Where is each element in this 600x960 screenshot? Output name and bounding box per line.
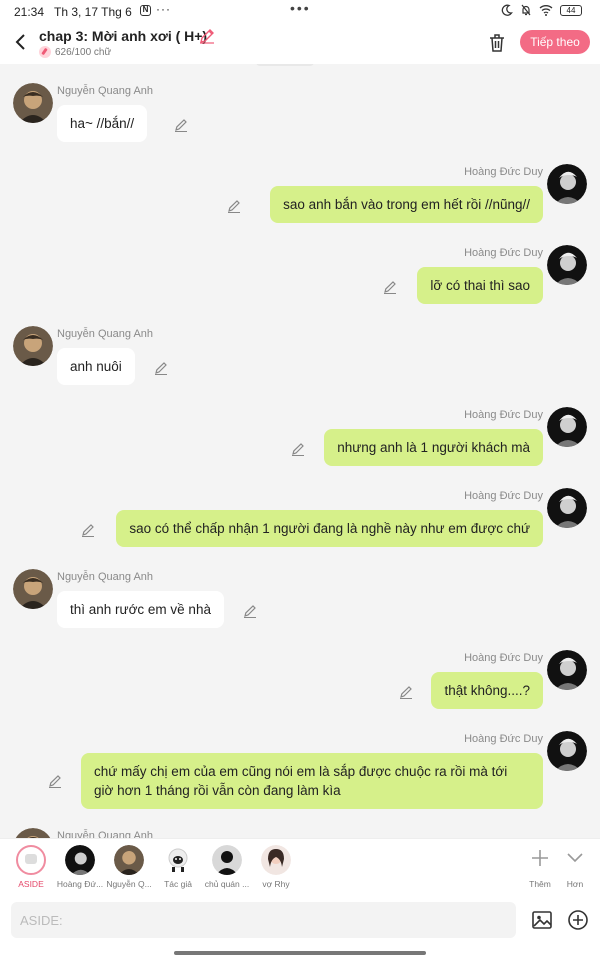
notification-overflow: ··· [156,2,171,16]
character-label: vợ Rhy [262,879,290,889]
character-author[interactable]: Tác giả [154,845,202,889]
message-bubble[interactable]: nhưng anh là 1 người khách mà [324,429,543,466]
edit-title-icon[interactable] [198,27,216,45]
more-label: Hơn [566,879,584,889]
add-character-button[interactable]: Thêm [520,845,560,889]
character-owner[interactable]: chủ quán ... [203,845,251,889]
message-bubble[interactable]: lỡ có thai thì sao [417,267,543,304]
back-arrow-icon[interactable] [12,30,30,54]
edit-message-icon[interactable] [382,279,398,295]
message-row: Hoàng Đức Duy thật không....? [0,650,600,710]
avatar-nguyen-quang-anh[interactable] [13,83,53,123]
avatar-nguyen-quang-anh[interactable] [13,828,53,838]
sender-name: Hoàng Đức Duy [464,409,543,421]
sender-name: Nguyễn Quang Anh [57,571,154,583]
edit-message-icon[interactable] [242,603,258,619]
sender-name: Hoàng Đức Duy [464,247,543,259]
add-circle-icon[interactable] [567,909,589,931]
edit-message-icon[interactable] [226,198,242,214]
home-indicator[interactable] [174,951,426,955]
message-bubble[interactable]: chứ mấy chị em của em cũng nói em là sắp… [81,753,543,809]
edit-message-icon[interactable] [153,360,169,376]
scroll-handle [256,64,314,66]
edit-message-icon[interactable] [290,441,306,457]
message-bubble[interactable]: ha~ //bắn// [57,105,148,142]
avatar-hoang-duc-duy[interactable] [547,164,587,204]
edit-message-icon[interactable] [47,773,63,789]
avatar-hoang-duc-duy [65,845,95,875]
more-button[interactable]: Hơn [555,845,595,889]
sender-name: Nguyễn Quang Anh [57,830,154,838]
bell-muted-icon [521,4,531,16]
image-icon[interactable] [531,909,553,931]
message-row: Nguyễn Quang Anh [0,828,600,838]
message-row: Hoàng Đức Duy sao có thể chấp nhận 1 ngư… [0,488,600,548]
sender-name: Nguyễn Quang Anh [57,85,154,97]
chat-bubble-icon [16,845,46,875]
sender-name: Hoàng Đức Duy [464,490,543,502]
next-chapter-button[interactable]: Tiếp theo [520,30,590,54]
avatar-hoang-duc-duy[interactable] [547,731,587,771]
status-bar: 21:34 Th 3, 17 Thg 6 N ··· ••• 44 [0,0,600,24]
chevron-down-icon [567,853,583,863]
sender-name: Hoàng Đức Duy [464,166,543,178]
sender-name: Hoàng Đức Duy [464,733,543,745]
edit-message-icon[interactable] [80,522,96,538]
sender-name: Hoàng Đức Duy [464,652,543,664]
edit-message-icon[interactable] [398,684,414,700]
wifi-icon [539,5,553,16]
message-row: Nguyễn Quang Anh anh nuôi [0,326,600,386]
word-count: 626/100 chữ [39,46,111,58]
sender-name: Nguyễn Quang Anh [57,328,154,340]
edit-message-icon[interactable] [173,117,189,133]
add-label: Thêm [529,879,551,889]
message-bubble[interactable]: thật không....? [431,672,543,709]
character-label: chủ quán ... [204,879,250,889]
message-bubble[interactable]: thì anh rước em về nhà [57,591,224,628]
battery-icon: 44 [560,4,582,16]
avatar-vo-rhy [261,845,291,875]
window-handle-dots[interactable]: ••• [290,0,311,16]
status-time: 21:34 [14,5,45,19]
avatar-nguyen-quang-anh [114,845,144,875]
character-label: Tác giả [164,879,192,889]
sheep-avatar-icon [163,845,193,875]
message-row: Hoàng Đức Duy nhưng anh là 1 người khách… [0,407,600,467]
message-bubble[interactable]: anh nuôi [57,348,135,385]
trash-icon[interactable] [487,32,507,54]
message-row: Hoàng Đức Duy chứ mấy chị em của em cũng… [0,731,600,811]
chat-area[interactable]: Nguyễn Quang Anh ha~ //bắn// Hoàng Đức D… [0,64,600,838]
character-bar: ASIDE Hoàng Đứ... Nguyễn Q... Tác giả ch… [0,838,600,894]
avatar-hoang-duc-duy[interactable] [547,488,587,528]
input-bar [0,894,600,960]
message-bubble[interactable]: sao anh bắn vào trong em hết rồi //nũng/… [270,186,543,223]
chapter-header: chap 3: Mời anh xơi ( H+) 626/100 chữ Ti… [0,24,600,64]
avatar-hoang-duc-duy[interactable] [547,407,587,447]
message-row: Nguyễn Quang Anh ha~ //bắn// [0,83,600,143]
moon-icon [501,4,513,16]
message-row: Hoàng Đức Duy sao anh bắn vào trong em h… [0,164,600,224]
silhouette-avatar-icon [212,845,242,875]
message-bubble[interactable]: sao có thể chấp nhận 1 người đang là ngh… [116,510,543,547]
avatar-hoang-duc-duy[interactable] [547,245,587,285]
word-count-text: 626/100 chữ [55,46,112,58]
plus-icon [532,850,548,866]
avatar-nguyen-quang-anh[interactable] [13,326,53,366]
chapter-title: chap 3: Mời anh xơi ( H+) [39,28,208,44]
character-label: Nguyễn Q... [106,879,152,889]
character-aside[interactable]: ASIDE [7,845,55,889]
message-row: Hoàng Đức Duy lỡ có thai thì sao [0,245,600,305]
pencil-badge-icon [39,46,51,58]
message-row: Nguyễn Quang Anh thì anh rước em về nhà [0,569,600,629]
character-label: Hoàng Đứ... [56,879,104,889]
character-hoang-duc-duy[interactable]: Hoàng Đứ... [56,845,104,889]
status-date: Th 3, 17 Thg 6 [54,5,132,19]
character-wife[interactable]: vợ Rhy [252,845,300,889]
avatar-hoang-duc-duy[interactable] [547,650,587,690]
character-nguyen-quang-anh[interactable]: Nguyễn Q... [105,845,153,889]
message-input[interactable] [11,902,516,938]
character-label: ASIDE [18,879,44,889]
notification-app-icon: N [140,5,151,16]
avatar-nguyen-quang-anh[interactable] [13,569,53,609]
